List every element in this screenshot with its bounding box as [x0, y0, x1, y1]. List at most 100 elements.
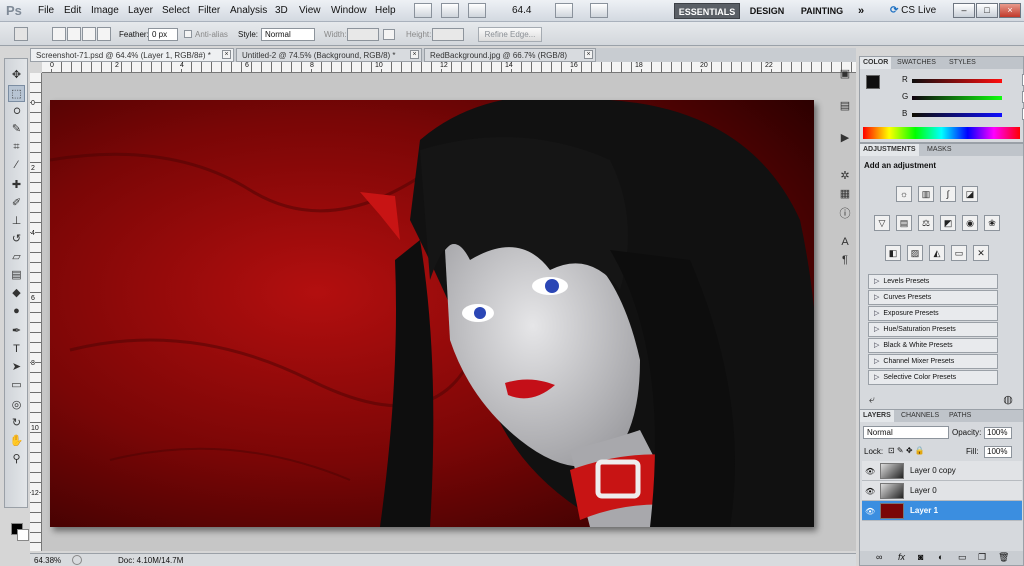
style-select[interactable]: Normal — [261, 28, 315, 41]
hand-tool-icon[interactable]: ✋ — [8, 433, 25, 450]
paragraph-panel-icon[interactable]: ¶ — [837, 252, 853, 268]
layer-name[interactable]: Layer 1 — [910, 506, 938, 515]
marquee-tool-icon[interactable]: ⬚ — [8, 85, 25, 102]
close-window-button[interactable]: × — [999, 3, 1021, 18]
gradient-tool-icon[interactable]: ▤ — [8, 267, 25, 284]
actions-panel-icon[interactable]: ▶ — [837, 130, 853, 146]
cs-live-button[interactable]: ⟳ CS Live — [890, 5, 936, 16]
refine-edge-button[interactable]: Refine Edge... — [478, 27, 542, 42]
red-slider[interactable]: R 15 — [902, 74, 1024, 89]
visibility-eye-icon[interactable]: 👁 — [865, 467, 875, 476]
green-track[interactable] — [912, 96, 1002, 100]
arrange-documents-icon[interactable] — [555, 3, 573, 18]
adjustment-layer-icon[interactable]: ◐ — [938, 552, 943, 562]
tab-channels[interactable]: CHANNELS — [898, 410, 942, 422]
marquee-tool-preset-icon[interactable] — [14, 27, 28, 41]
launch-bridge-icon[interactable] — [414, 3, 432, 18]
blue-slider[interactable]: B 14 — [902, 108, 1024, 123]
layer-row[interactable]: 👁 Layer 0 copy — [862, 461, 1022, 481]
lock-icons[interactable]: ⊡ ✎ ✥ 🔒 — [888, 446, 925, 455]
close-tab-icon[interactable]: × — [584, 50, 593, 59]
more-workspaces-button[interactable]: » — [854, 3, 868, 19]
preset-black-white[interactable]: ▷ Black & White Presets — [868, 338, 998, 353]
crop-tool-icon[interactable]: ⌗ — [8, 139, 25, 156]
tab-paths[interactable]: PATHS — [946, 410, 974, 422]
status-zoom[interactable]: 64.38% — [34, 556, 61, 565]
color-spectrum[interactable] — [863, 127, 1020, 139]
3d-orbit-tool-icon[interactable]: ↻ — [8, 415, 25, 432]
antialias-checkbox[interactable] — [184, 30, 192, 38]
path-selection-tool-icon[interactable]: ➤ — [8, 359, 25, 376]
layer-name[interactable]: Layer 0 copy — [910, 466, 956, 475]
height-input[interactable] — [432, 28, 464, 41]
green-slider[interactable]: G 14 — [902, 91, 1024, 106]
add-mask-icon[interactable]: ◙ — [918, 552, 923, 562]
swap-dimensions-icon[interactable] — [383, 29, 395, 40]
close-tab-icon[interactable]: × — [222, 50, 231, 59]
menu-help[interactable]: Help — [375, 5, 396, 16]
zoom-level[interactable]: 64.4 — [512, 5, 531, 16]
red-track[interactable] — [912, 79, 1002, 83]
width-input[interactable] — [347, 28, 379, 41]
tab-redbackground[interactable]: RedBackground.jpg @ 66.7% (RGB/8) × — [424, 48, 596, 62]
minimize-button[interactable]: – — [953, 3, 975, 18]
new-selection-icon[interactable] — [52, 27, 66, 41]
visibility-eye-icon[interactable]: 👁 — [865, 507, 875, 516]
history-panel-icon[interactable]: ▤ — [837, 98, 853, 114]
artwork-image[interactable] — [50, 100, 814, 527]
visibility-eye-icon[interactable]: 👁 — [865, 487, 875, 496]
vibrance-icon[interactable]: ▽ — [874, 215, 890, 231]
tab-untitled-2[interactable]: Untitled-2 @ 74.5% (Background, RGB/8) *… — [236, 48, 422, 62]
menu-edit[interactable]: Edit — [64, 5, 81, 16]
tab-adjustments[interactable]: ADJUSTMENTS — [860, 144, 919, 156]
delete-layer-icon[interactable]: 🗑 — [998, 552, 1009, 563]
photo-filter-icon[interactable]: ◉ — [962, 215, 978, 231]
dodge-tool-icon[interactable]: ● — [8, 303, 25, 320]
invert-icon[interactable]: ◧ — [885, 245, 901, 261]
add-selection-icon[interactable] — [67, 27, 81, 41]
fill-input[interactable]: 100% — [984, 446, 1012, 458]
tab-swatches[interactable]: SWATCHES — [894, 57, 939, 69]
posterize-icon[interactable]: ▨ — [907, 245, 923, 261]
color-foreground-swatch[interactable] — [866, 75, 880, 89]
workspace-essentials-button[interactable]: ESSENTIALS — [674, 3, 740, 19]
tab-screenshot-71[interactable]: Screenshot-71.psd @ 64.4% (Layer 1, RGB/… — [30, 48, 234, 62]
selective-color-icon[interactable]: ✕ — [973, 245, 989, 261]
brush-presets-icon[interactable]: ✲ — [837, 168, 853, 184]
close-tab-icon[interactable]: × — [410, 50, 419, 59]
screen-mode-icon[interactable] — [590, 3, 608, 18]
3d-rotate-tool-icon[interactable]: ◎ — [8, 397, 25, 414]
brush-tool-icon[interactable]: ✐ — [8, 195, 25, 212]
tab-masks[interactable]: MASKS — [924, 144, 955, 156]
layer-row[interactable]: 👁 Layer 0 — [862, 481, 1022, 501]
preset-channel-mixer[interactable]: ▷ Channel Mixer Presets — [868, 354, 998, 369]
menu-analysis[interactable]: Analysis — [230, 5, 267, 16]
rectangle-tool-icon[interactable]: ▭ — [8, 377, 25, 394]
menu-view[interactable]: View — [299, 5, 321, 16]
adjustments-options-icon[interactable]: ◍ — [1000, 392, 1016, 408]
background-color-swatch[interactable] — [17, 529, 29, 541]
minibridge-panel-icon[interactable]: ▣ — [837, 66, 853, 82]
channel-mixer-icon[interactable]: ❀ — [984, 215, 1000, 231]
move-tool-icon[interactable]: ✥ — [8, 67, 25, 84]
info-panel-icon[interactable]: ⓘ — [837, 206, 853, 222]
menu-file[interactable]: File — [38, 5, 54, 16]
link-layers-icon[interactable]: ∞ — [876, 552, 882, 562]
exposure-icon[interactable]: ◪ — [962, 186, 978, 202]
blue-track[interactable] — [912, 113, 1002, 117]
lasso-tool-icon[interactable]: ഠ — [8, 103, 25, 120]
blur-tool-icon[interactable]: ◆ — [8, 285, 25, 302]
return-to-list-icon[interactable]: ⤶ — [864, 392, 880, 408]
workspace-design-button[interactable]: DESIGN — [748, 3, 786, 19]
blend-mode-select[interactable]: Normal — [863, 426, 949, 439]
clone-stamp-tool-icon[interactable]: ⊥ — [8, 213, 25, 230]
mini-bridge-icon[interactable] — [441, 3, 459, 18]
tab-styles[interactable]: STYLES — [946, 57, 979, 69]
history-brush-tool-icon[interactable]: ↺ — [8, 231, 25, 248]
status-info-icon[interactable] — [72, 555, 82, 565]
new-group-icon[interactable]: ▭ — [958, 552, 967, 563]
clone-source-icon[interactable]: ▦ — [837, 186, 853, 202]
quick-selection-tool-icon[interactable]: ✎ — [8, 121, 25, 138]
pen-tool-icon[interactable]: ✒ — [8, 323, 25, 340]
brightness-contrast-icon[interactable]: ☼ — [896, 186, 912, 202]
